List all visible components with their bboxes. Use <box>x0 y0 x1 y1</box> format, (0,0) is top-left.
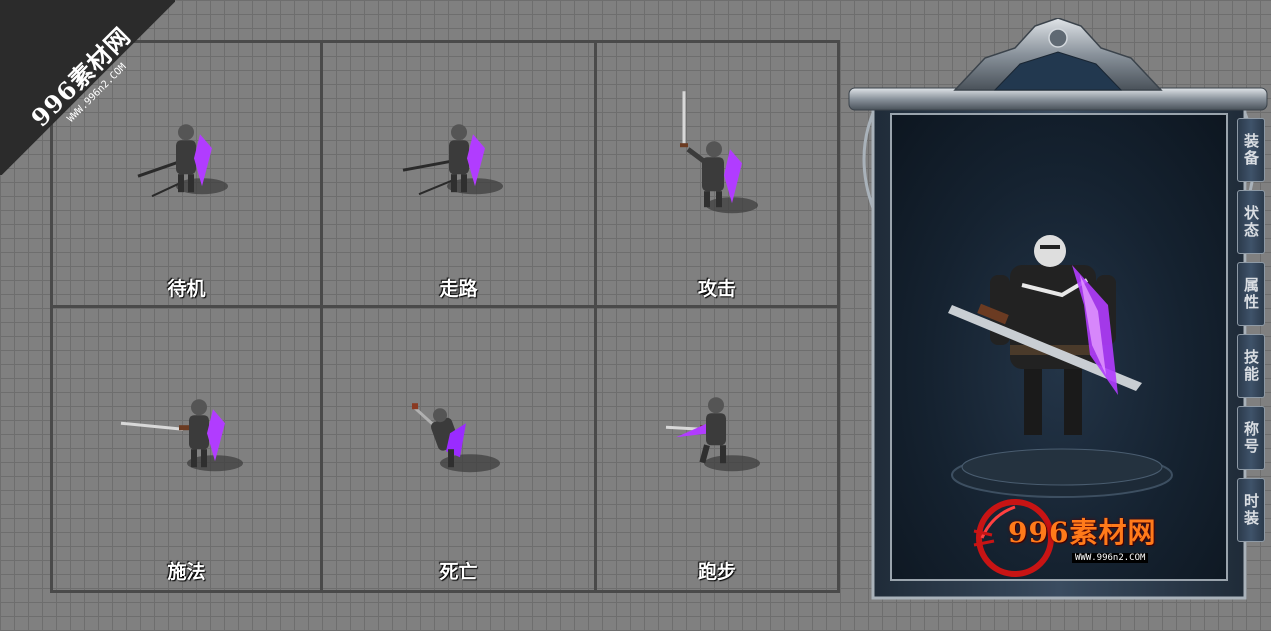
tab-attributes[interactable]: 属性 <box>1237 262 1265 326</box>
character-panel: 996素材网 WWW.996n2.COM 装备 状态 属性 技能 称号 时装 <box>845 18 1271 608</box>
tab-equipment[interactable]: 装备 <box>1237 118 1265 182</box>
cell-label-cast: 施法 <box>167 561 206 583</box>
watermark-logo: 996素材网 WWW.996n2.COM <box>972 495 1212 579</box>
character-sprite-run-icon <box>665 397 760 472</box>
watermark-corner: 996素材网 WWW.996n2.COM <box>0 0 175 175</box>
cell-label-idle: 待机 <box>167 278 206 300</box>
watermark-brand: 996素材网 <box>25 21 137 133</box>
cell-label-attack: 攻击 <box>697 278 736 300</box>
tab-fashion[interactable]: 时装 <box>1237 478 1265 542</box>
logo-brand: 996素材网 <box>1008 516 1157 549</box>
cell-attack[interactable]: 攻击 <box>597 43 837 308</box>
character-sprite-cast-icon <box>120 399 243 472</box>
character-sprite-death-icon <box>411 403 500 473</box>
cell-death[interactable]: 死亡 <box>323 308 597 590</box>
cell-cast[interactable]: 施法 <box>53 308 323 590</box>
cell-label-run: 跑步 <box>697 561 736 583</box>
logo-url: WWW.996n2.COM <box>1072 553 1149 563</box>
tab-status[interactable]: 状态 <box>1237 190 1265 254</box>
tab-skills[interactable]: 技能 <box>1237 334 1265 398</box>
cell-label-walk: 走路 <box>439 278 478 300</box>
character-sprite-walk-icon <box>402 124 503 196</box>
side-tab-bar: 装备 状态 属性 技能 称号 时装 <box>1237 118 1267 550</box>
cell-run[interactable]: 跑步 <box>597 308 837 590</box>
tab-titles[interactable]: 称号 <box>1237 406 1265 470</box>
cell-walk[interactable]: 走路 <box>323 43 597 308</box>
watermark-text: 996素材网 WWW.996n2.COM <box>3 0 164 161</box>
cell-label-death: 死亡 <box>439 561 478 583</box>
character-sprite-attack-icon <box>680 91 758 214</box>
character-preview-viewport: 996素材网 WWW.996n2.COM <box>890 113 1228 581</box>
